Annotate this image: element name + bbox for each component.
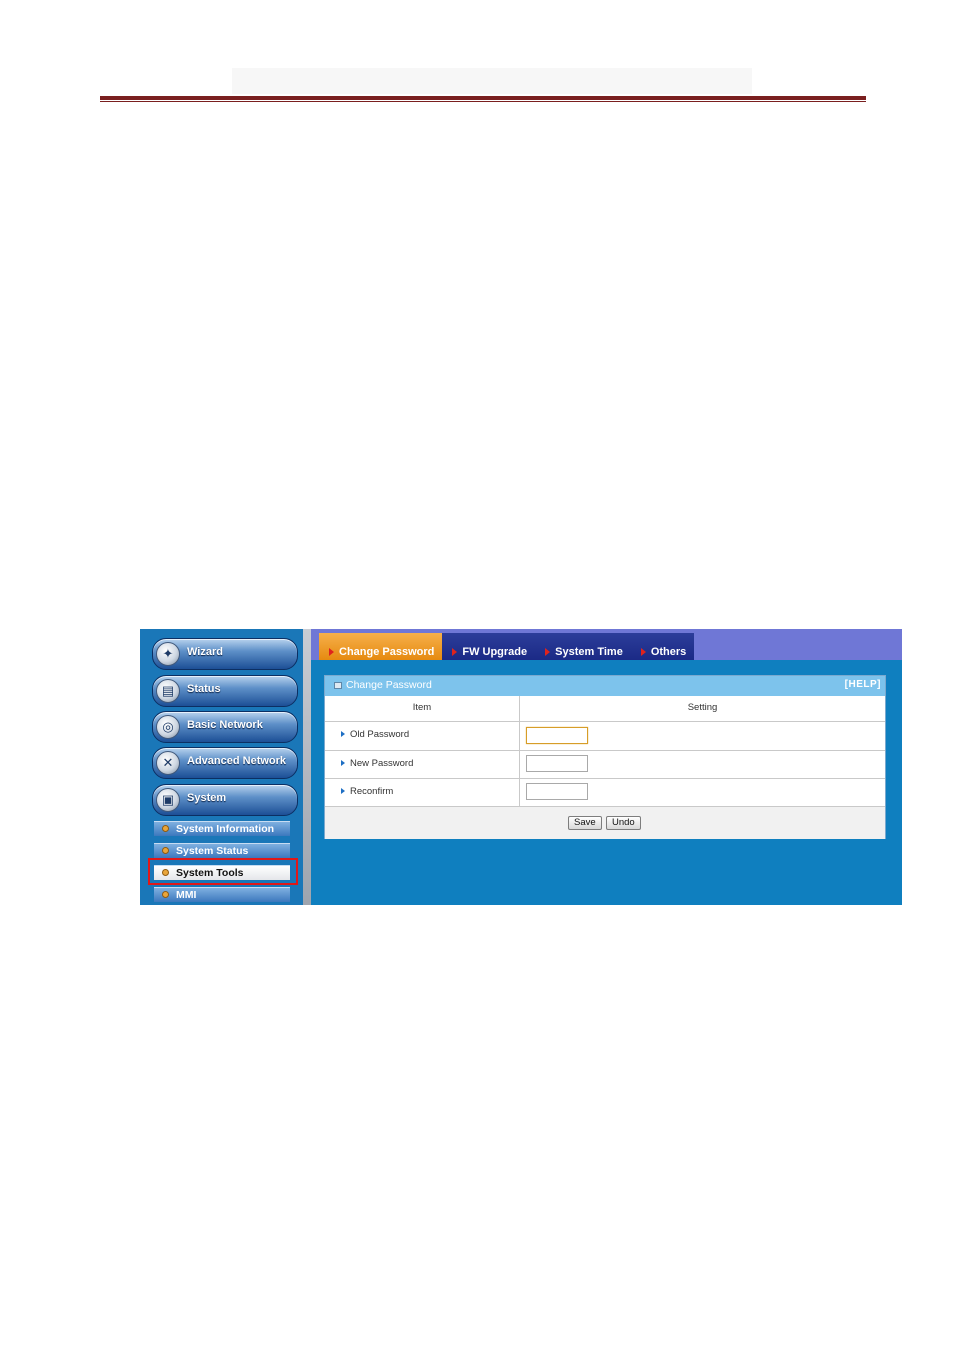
tools-icon: ✕: [156, 751, 180, 775]
nav-label: Wizard: [187, 646, 223, 658]
nav-label: System: [187, 792, 227, 804]
nav-wizard[interactable]: ✦ Wizard: [152, 638, 298, 670]
monitor-icon: ▣: [156, 788, 180, 812]
header-rule: [100, 96, 866, 100]
sub-label: System Information: [176, 823, 275, 835]
arrow-icon: [329, 648, 334, 656]
panel-icon: [334, 682, 342, 689]
header-rule-thin: [100, 101, 866, 102]
change-password-panel: Change Password [HELP] Item Setting Old …: [324, 675, 886, 839]
nav-label: Advanced Network: [187, 755, 287, 767]
bullet-icon: [162, 847, 169, 854]
undo-button[interactable]: Undo: [606, 816, 641, 830]
sub-mmi[interactable]: MMI: [154, 887, 290, 902]
nav-status[interactable]: ▤ Status: [152, 675, 298, 707]
sub-system-information[interactable]: System Information: [154, 821, 290, 836]
row-label: Reconfirm: [350, 786, 394, 797]
nav-label: Basic Network: [187, 719, 263, 731]
tabs: Change Password FW Upgrade System Time O…: [319, 633, 695, 660]
table-row-old-password: Old Password: [325, 722, 885, 751]
row-label-cell: Old Password: [325, 722, 520, 750]
button-row: Save Undo: [325, 807, 885, 839]
row-label-cell: Reconfirm: [325, 779, 520, 806]
bullet-icon: [162, 891, 169, 898]
wizard-wand-icon: ✦: [156, 642, 180, 666]
nav-system[interactable]: ▣ System: [152, 784, 298, 816]
help-link[interactable]: [HELP]: [845, 679, 881, 690]
panel-title-bar: Change Password [HELP]: [325, 676, 885, 696]
arrow-icon: [545, 648, 551, 656]
row-label-cell: New Password: [325, 751, 520, 778]
old-password-field[interactable]: [526, 727, 588, 744]
sub-label: System Status: [176, 845, 249, 857]
sub-system-status[interactable]: System Status: [154, 843, 290, 858]
nav-label: Status: [187, 683, 221, 695]
panel-title: Change Password: [346, 679, 432, 691]
new-password-field[interactable]: [526, 755, 588, 772]
nav-basic-network[interactable]: ◎ Basic Network: [152, 711, 298, 743]
tab-label: Change Password: [339, 646, 435, 658]
tab-label: FW Upgrade: [462, 646, 528, 658]
table-row-new-password: New Password: [325, 751, 885, 779]
arrow-icon: [452, 648, 458, 656]
tab-label: Others: [650, 646, 687, 658]
arrow-bullet-icon: [341, 760, 345, 766]
nav-advanced-network[interactable]: ✕ Advanced Network: [152, 747, 298, 779]
arrow-bullet-icon: [341, 731, 345, 737]
status-chart-icon: ▤: [156, 679, 180, 703]
globe-icon: ◎: [156, 715, 180, 739]
tab-system-time[interactable]: System Time: [535, 633, 631, 660]
row-label: Old Password: [350, 729, 410, 740]
highlight-box: [148, 858, 298, 885]
col-setting-header: Setting: [687, 702, 718, 713]
table-row-reconfirm: Reconfirm: [325, 779, 885, 807]
sidebar-divider: [303, 629, 311, 905]
table-header: Item Setting: [325, 696, 885, 722]
sidebar: ✦ Wizard ▤ Status ◎ Basic Network ✕ Adva…: [140, 629, 303, 905]
arrow-icon: [640, 648, 646, 656]
col-item-header: Item: [325, 696, 520, 721]
document-header-band: [232, 68, 752, 94]
sub-label: MMI: [176, 889, 197, 901]
arrow-bullet-icon: [341, 788, 345, 794]
tab-label: System Time: [555, 646, 623, 658]
tab-others[interactable]: Others: [630, 633, 695, 660]
save-button[interactable]: Save: [568, 816, 602, 830]
router-ui-screenshot: ✦ Wizard ▤ Status ◎ Basic Network ✕ Adva…: [140, 629, 902, 905]
tab-change-password[interactable]: Change Password: [319, 633, 443, 660]
bullet-icon: [162, 825, 169, 832]
reconfirm-field[interactable]: [526, 783, 588, 800]
tab-fw-upgrade[interactable]: FW Upgrade: [442, 633, 536, 660]
row-label: New Password: [350, 758, 414, 769]
